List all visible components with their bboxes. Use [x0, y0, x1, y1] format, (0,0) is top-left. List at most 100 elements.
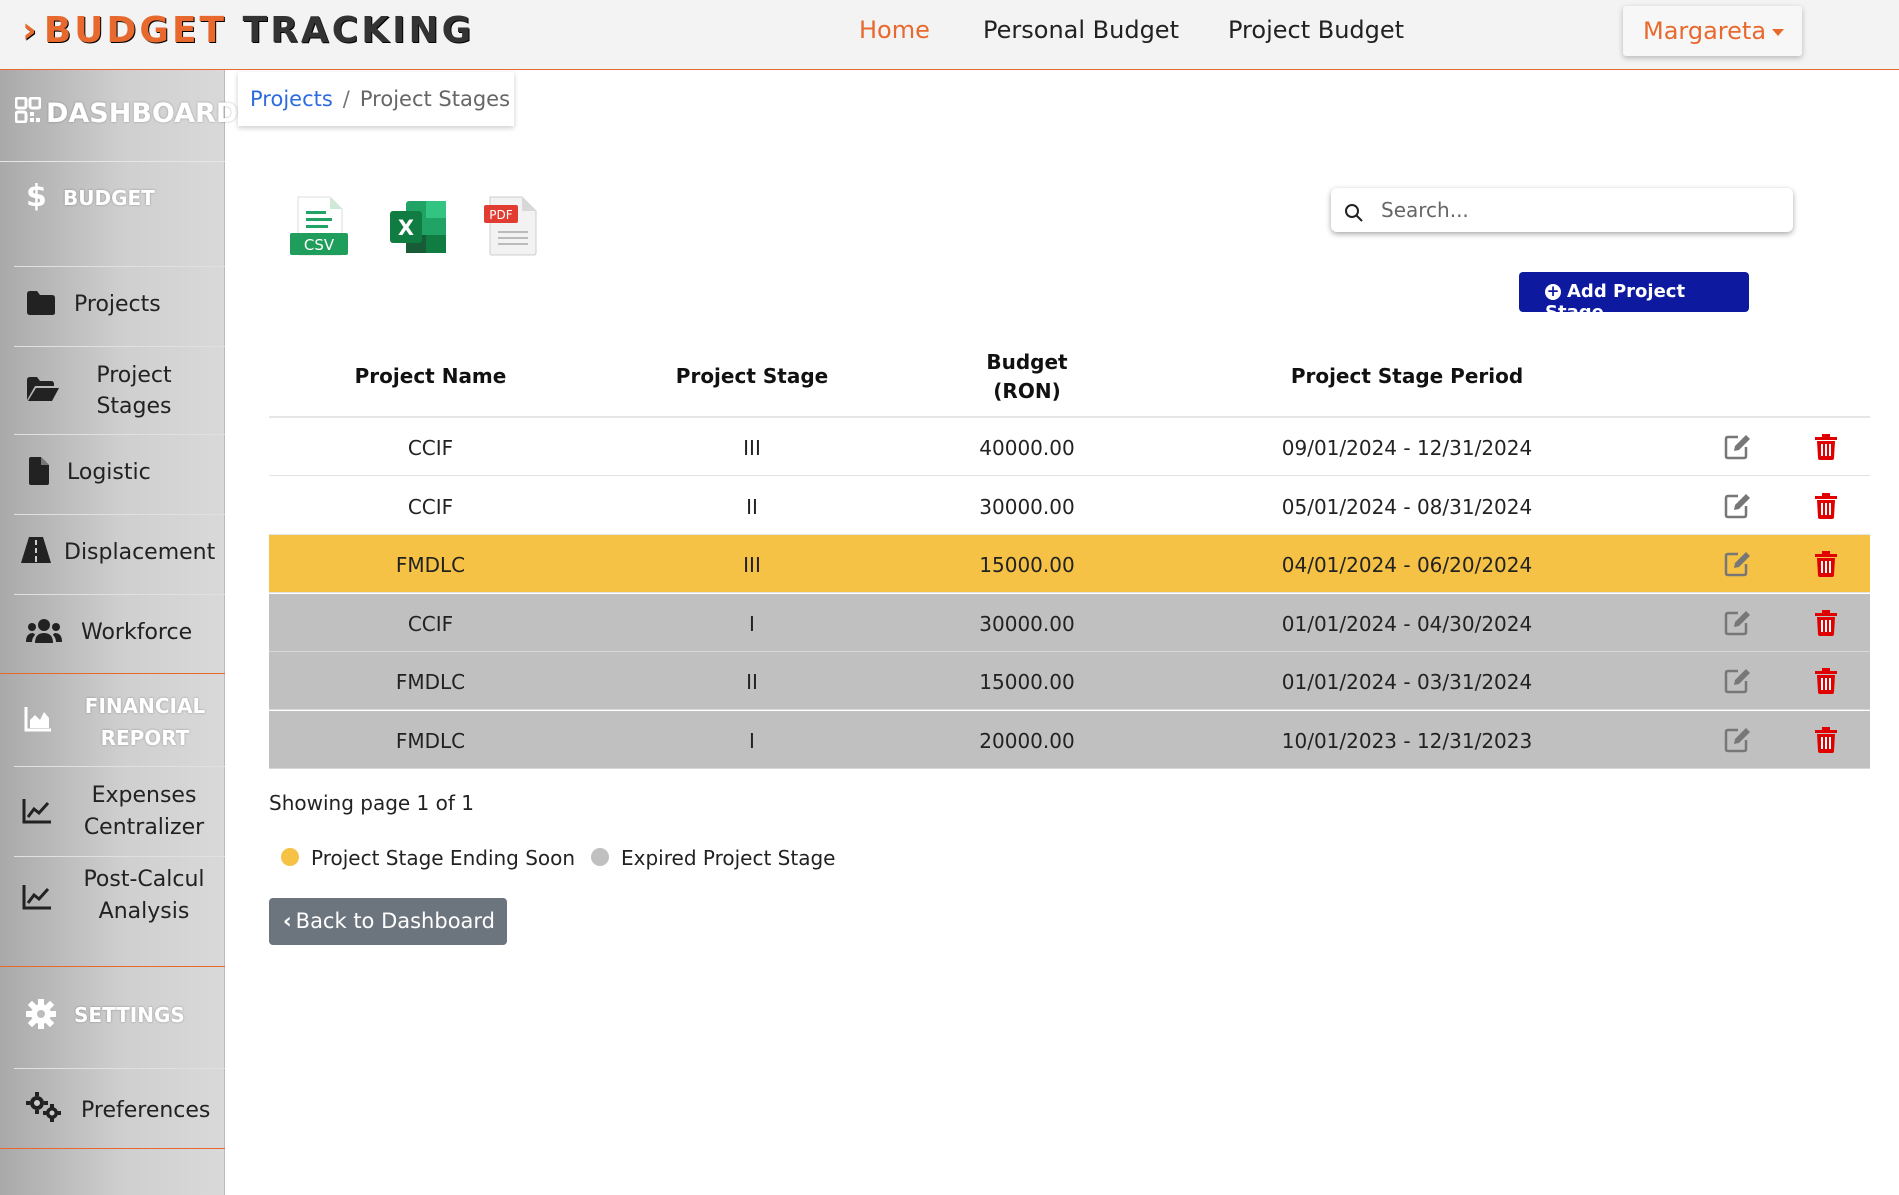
- road-icon: [21, 537, 51, 563]
- edit-icon[interactable]: [1724, 493, 1752, 524]
- sidebar-item-label: Logistic: [67, 460, 151, 485]
- cell-period: 09/01/2024 - 12/31/2024: [1281, 436, 1533, 460]
- budget-header-line2: (RON): [993, 379, 1061, 403]
- app-logo[interactable]: › BUDGET TRACKING: [22, 10, 474, 51]
- add-button-label: Add Project Stage: [1545, 281, 1686, 323]
- sidebar-item-label: Workforce: [81, 620, 193, 645]
- column-header-budget[interactable]: Budget (RON): [912, 348, 1142, 406]
- sidebar-item-displacement[interactable]: Displacement: [14, 514, 225, 594]
- trash-icon[interactable]: [1814, 434, 1838, 465]
- export-excel-button[interactable]: X: [388, 195, 450, 259]
- trash-icon[interactable]: [1814, 551, 1838, 582]
- folder-icon: [27, 291, 55, 315]
- budget-header-line1: Budget: [986, 350, 1068, 374]
- add-project-stage-button[interactable]: + Add Project Stage: [1519, 272, 1749, 323]
- cell-project-name: CCIF: [407, 494, 454, 519]
- nav-personal-budget[interactable]: Personal Budget: [983, 16, 1179, 44]
- edit-icon[interactable]: [1724, 610, 1752, 641]
- sidebar-budget-label: BUDGET: [63, 186, 155, 210]
- user-name: Margareta: [1643, 17, 1767, 45]
- ending-soon-dot: [281, 848, 299, 866]
- table-row: CCIF III 40000.00 09/01/2024 - 12/31/2024: [269, 418, 1870, 476]
- cell-project-name: FMDLC: [395, 728, 466, 753]
- dashboard-grid-icon: [15, 97, 41, 123]
- sidebar-item-expenses-centralizer[interactable]: Expenses Centralizer: [14, 766, 225, 856]
- line-chart-icon: [22, 799, 51, 824]
- area-chart-icon: [24, 707, 51, 732]
- cell-period: 04/01/2024 - 06/20/2024: [1281, 553, 1533, 577]
- sidebar-item-projects[interactable]: Projects: [14, 266, 225, 346]
- excel-label: X: [398, 216, 414, 240]
- edit-icon[interactable]: [1724, 434, 1752, 465]
- sidebar-section-settings: SETTINGS: [0, 967, 225, 1059]
- edit-icon[interactable]: [1724, 727, 1752, 758]
- users-icon: [26, 619, 62, 643]
- cell-period: 05/01/2024 - 08/31/2024: [1281, 494, 1533, 519]
- sidebar-item-project-stages[interactable]: Project Stages: [14, 346, 225, 434]
- sidebar-item-label: Preferences: [81, 1098, 211, 1123]
- dollar-icon: $: [26, 179, 47, 214]
- nav-home[interactable]: Home: [859, 16, 930, 44]
- legend-expired: Expired Project Stage: [591, 846, 835, 870]
- cell-project-name: CCIF: [407, 436, 454, 460]
- search-input[interactable]: [1381, 196, 1781, 224]
- back-button-label: Back to Dashboard: [295, 909, 496, 933]
- breadcrumb-separator: /: [342, 87, 350, 111]
- cell-budget: 15000.00: [979, 670, 1075, 694]
- trash-icon[interactable]: [1814, 492, 1838, 524]
- legend-ending-soon: Project Stage Ending Soon: [281, 846, 575, 870]
- breadcrumb-projects-link[interactable]: Projects: [250, 87, 333, 111]
- sidebar-item-post-calcul-analysis[interactable]: Post-Calcul Analysis: [14, 856, 225, 936]
- caret-down-icon: [1772, 28, 1785, 36]
- csv-label: CSV: [304, 236, 335, 254]
- sidebar: DASHBOARD $ BUDGET Projects Project Stag…: [0, 70, 238, 1195]
- legend-expired-label: Expired Project Stage: [621, 846, 836, 870]
- search-icon: [1345, 204, 1363, 222]
- edit-icon[interactable]: [1724, 551, 1752, 582]
- legend-soon-label: Project Stage Ending Soon: [311, 846, 576, 870]
- cell-project-stage: III: [743, 553, 761, 577]
- user-menu-button[interactable]: Margareta: [1623, 6, 1802, 56]
- chevron-right-icon: ›: [22, 10, 40, 51]
- sidebar-section-budget: $ BUDGET: [0, 162, 225, 236]
- breadcrumb: Projects / Project Stages: [238, 72, 514, 126]
- cell-period: 10/01/2023 - 12/31/2023: [1281, 728, 1533, 753]
- plus-circle-icon: +: [1545, 282, 1561, 300]
- top-navbar: › BUDGET TRACKING Home Personal Budget Pr…: [0, 0, 1899, 70]
- gears-icon: [26, 1092, 61, 1122]
- search-box: [1331, 188, 1793, 232]
- sidebar-item-logistic[interactable]: Logistic: [14, 434, 225, 514]
- chevron-left-icon: ‹: [283, 909, 292, 933]
- excel-icon: X: [390, 201, 446, 253]
- sidebar-dashboard[interactable]: DASHBOARD: [0, 70, 238, 162]
- sidebar-item-preferences[interactable]: Preferences: [14, 1068, 225, 1148]
- export-csv-button[interactable]: CSV: [288, 195, 350, 259]
- gear-icon: [26, 999, 56, 1029]
- sidebar-item-label: Project Stages: [96, 363, 172, 419]
- back-to-dashboard-button[interactable]: ‹ Back to Dashboard: [269, 898, 507, 945]
- trash-icon[interactable]: [1814, 609, 1838, 641]
- sidebar-item-workforce[interactable]: Workforce: [14, 594, 225, 674]
- sidebar-item-label: Post-Calcul Analysis: [83, 867, 205, 924]
- cell-project-name: CCIF: [407, 611, 454, 636]
- sidebar-item-label: Displacement: [64, 540, 216, 565]
- trash-icon[interactable]: [1814, 668, 1838, 699]
- nav-project-budget[interactable]: Project Budget: [1228, 16, 1404, 44]
- edit-icon[interactable]: [1724, 668, 1752, 699]
- sidebar-item-label: Projects: [74, 292, 161, 317]
- column-header-project-name[interactable]: Project Name: [269, 364, 592, 388]
- cell-budget: 30000.00: [979, 494, 1075, 519]
- breadcrumb-current: Project Stages: [359, 87, 511, 111]
- table-row: CCIF I 30000.00 01/01/2024 - 04/30/2024: [269, 593, 1870, 652]
- cell-budget: 30000.00: [979, 611, 1075, 636]
- cell-project-stage: III: [743, 436, 761, 460]
- export-pdf-button[interactable]: PDF: [482, 195, 544, 259]
- column-header-project-stage[interactable]: Project Stage: [592, 364, 912, 388]
- pdf-file-icon: PDF: [484, 196, 537, 256]
- column-header-period[interactable]: Project Stage Period: [1142, 364, 1672, 388]
- table-row: CCIF II 30000.00 05/01/2024 - 08/31/2024: [269, 477, 1870, 535]
- trash-icon[interactable]: [1814, 726, 1838, 758]
- sidebar-section-financial-report: FINANCIAL REPORT: [0, 674, 225, 766]
- expired-dot: [591, 848, 609, 866]
- table-row: FMDLC III 15000.00 04/01/2024 - 06/20/2024: [269, 535, 1870, 593]
